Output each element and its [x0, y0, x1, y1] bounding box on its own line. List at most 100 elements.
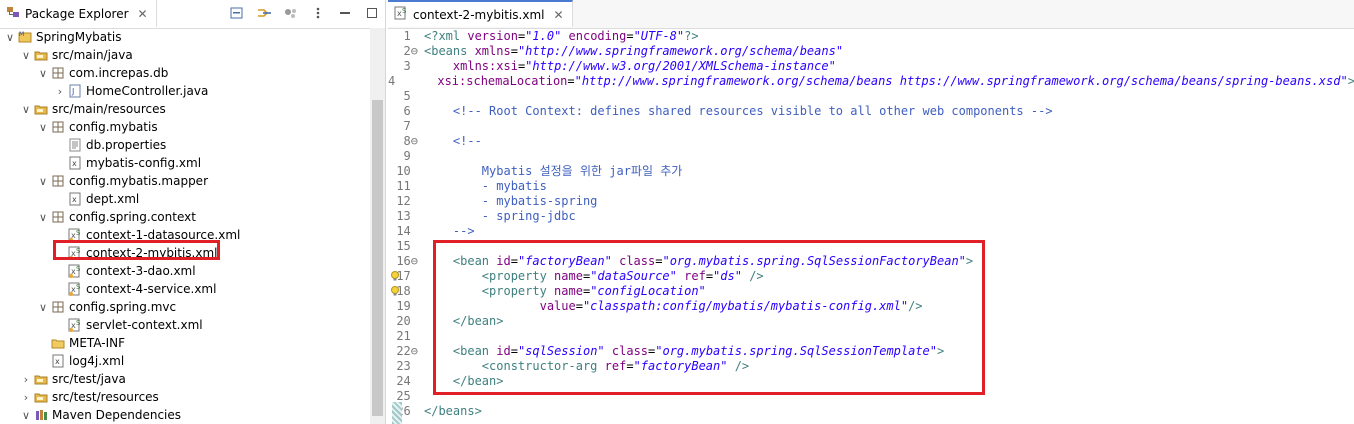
code-line[interactable]: 5: [388, 88, 1354, 103]
chevron-down-icon[interactable]: ∨: [37, 121, 49, 134]
code-token: <?xml: [424, 28, 468, 43]
tree-item[interactable]: x log4j.xml: [0, 352, 370, 370]
tree-item[interactable]: ∨ config.mybatis.mapper: [0, 172, 370, 190]
svg-text:S: S: [402, 7, 407, 15]
code-token: version: [467, 28, 518, 43]
code-line[interactable]: 6 <!-- Root Context: defines shared reso…: [388, 103, 1354, 118]
chevron-down-icon[interactable]: ∨: [37, 211, 49, 224]
tree-item-label: dept.xml: [86, 192, 140, 206]
tree-item[interactable]: ∨ src/main/resources: [0, 100, 370, 118]
tree-item-label: log4j.xml: [69, 354, 125, 368]
chevron-down-icon[interactable]: ∨: [37, 67, 49, 80]
code-line[interactable]: 9: [388, 148, 1354, 163]
tree-item[interactable]: x S context-4-service.xml: [0, 280, 370, 298]
code-line[interactable]: 11 - mybatis: [388, 178, 1354, 193]
tree-item[interactable]: › src/test/resources: [0, 388, 370, 406]
line-number: 7: [403, 118, 418, 133]
quick-fix-icon[interactable]: [390, 285, 400, 297]
spring-xml-icon: xS: [394, 6, 408, 23]
code-line[interactable]: 26 </beans>: [388, 403, 1354, 418]
line-number: 25: [396, 388, 418, 403]
tree-item[interactable]: x S servlet-context.xml: [0, 316, 370, 334]
code-line[interactable]: 10 Mybatis 설정을 위한 jar파일 추가: [388, 163, 1354, 179]
tree-item[interactable]: › src/test/java: [0, 370, 370, 388]
xml-file-icon: x: [51, 354, 65, 368]
tab-context-2-mybitis[interactable]: xS context-2-mybitis.xml ✕: [388, 0, 573, 27]
chevron-down-icon[interactable]: ∨: [20, 49, 32, 62]
line-number: 19: [396, 298, 418, 313]
tree-item-label: src/main/resources: [52, 102, 166, 116]
package-explorer-view: Package Explorer ✕ ∨ M SpringMybatis ∨ src/m…: [0, 0, 386, 424]
explorer-scrollbar[interactable]: [370, 28, 385, 424]
code-line[interactable]: 12 - mybatis-spring: [388, 193, 1354, 208]
spring-xml-icon: xS: [68, 282, 82, 296]
chevron-right-icon[interactable]: ›: [54, 85, 66, 98]
svg-text:x: x: [72, 159, 77, 168]
line-number: 5: [403, 88, 418, 103]
tree-item[interactable]: ∨ Maven Dependencies: [0, 406, 370, 424]
tree-item[interactable]: x mybatis-config.xml: [0, 154, 370, 172]
tree-item[interactable]: x dept.xml: [0, 190, 370, 208]
link-with-editor-icon[interactable]: [255, 4, 273, 22]
editor-tab-title: context-2-mybitis.xml: [413, 7, 545, 22]
tree-item[interactable]: ∨ config.spring.mvc: [0, 298, 370, 316]
tree-item-label: src/test/java: [52, 372, 126, 386]
code-token: <beans: [424, 43, 475, 58]
scrollbar-thumb[interactable]: [372, 100, 383, 416]
tree-item-label: servlet-context.xml: [86, 318, 203, 332]
tree-item-label: com.increpas.db: [69, 66, 169, 80]
close-icon[interactable]: ✕: [554, 8, 564, 22]
tree-item[interactable]: ∨ config.spring.context: [0, 208, 370, 226]
code-token: xsi:schemaLocation: [437, 73, 568, 88]
chevron-down-icon[interactable]: ∨: [20, 409, 32, 422]
line-number: 1: [403, 28, 418, 43]
explorer-title: Package Explorer: [25, 6, 129, 21]
tree-item[interactable]: ∨ config.mybatis: [0, 118, 370, 136]
collapse-all-icon[interactable]: [228, 4, 246, 22]
tree-item[interactable]: › J HomeController.java: [0, 82, 370, 100]
code-line[interactable]: 4 xsi:schemaLocation="http://www.springf…: [388, 73, 1354, 88]
chevron-right-icon[interactable]: ›: [20, 373, 32, 386]
tree-item-label: src/main/java: [52, 48, 133, 62]
filter-icon[interactable]: [282, 4, 300, 22]
minimize-icon[interactable]: [336, 4, 354, 22]
maximize-icon[interactable]: [363, 4, 381, 22]
tree-item[interactable]: ∨ M SpringMybatis: [0, 28, 370, 46]
tree-item[interactable]: META-INF: [0, 334, 370, 352]
code-line[interactable]: 7: [388, 118, 1354, 133]
line-number: 21: [396, 328, 418, 343]
chevron-down-icon[interactable]: ∨: [37, 301, 49, 314]
line-number: 13: [396, 208, 418, 223]
tree-item[interactable]: x S context-3-dao.xml: [0, 262, 370, 280]
properties-file-icon: [68, 138, 82, 152]
chevron-down-icon[interactable]: ∨: [37, 175, 49, 188]
code-line[interactable]: 2⊖ <beans xmlns="http://www.springframewo…: [388, 43, 1354, 58]
tree-item[interactable]: ∨ src/main/java: [0, 46, 370, 64]
chevron-down-icon[interactable]: ∨: [4, 31, 16, 44]
tree-item-label: config.spring.context: [69, 210, 196, 224]
code-line[interactable]: 8⊖ <!--: [388, 133, 1354, 148]
code-line[interactable]: 3 xmlns:xsi="http://www.w3.org/2001/XMLS…: [388, 58, 1354, 73]
tree-item-label: Maven Dependencies: [52, 408, 182, 422]
chevron-down-icon[interactable]: ∨: [20, 103, 32, 116]
tree-item[interactable]: db.properties: [0, 136, 370, 154]
code-line[interactable]: 14 -->: [388, 223, 1354, 238]
view-menu-icon[interactable]: [309, 4, 327, 22]
code-token: encoding: [568, 28, 627, 43]
code-line[interactable]: 13 - spring-jdbc: [388, 208, 1354, 223]
line-number: 6: [403, 103, 418, 118]
line-number: 10: [396, 163, 418, 178]
svg-text:S: S: [76, 319, 81, 327]
quick-fix-icon[interactable]: [390, 270, 400, 282]
tree-item[interactable]: ∨ com.increpas.db: [0, 64, 370, 82]
close-icon[interactable]: ✕: [138, 7, 148, 21]
chevron-right-icon[interactable]: ›: [20, 391, 32, 404]
tree-item-label: mybatis-config.xml: [86, 156, 202, 170]
code-token: "http://www.springframework.org/schema/b…: [517, 43, 844, 58]
code-token: Mybatis 설정을 위한 jar파일 추가: [481, 164, 683, 178]
tab-package-explorer[interactable]: Package Explorer ✕: [0, 0, 157, 27]
code-line[interactable]: 1 <?xml version="1.0" encoding="UTF-8"?>: [388, 28, 1354, 43]
xml-editor: xS context-2-mybitis.xml ✕ 1 <?xml versi…: [388, 0, 1354, 424]
